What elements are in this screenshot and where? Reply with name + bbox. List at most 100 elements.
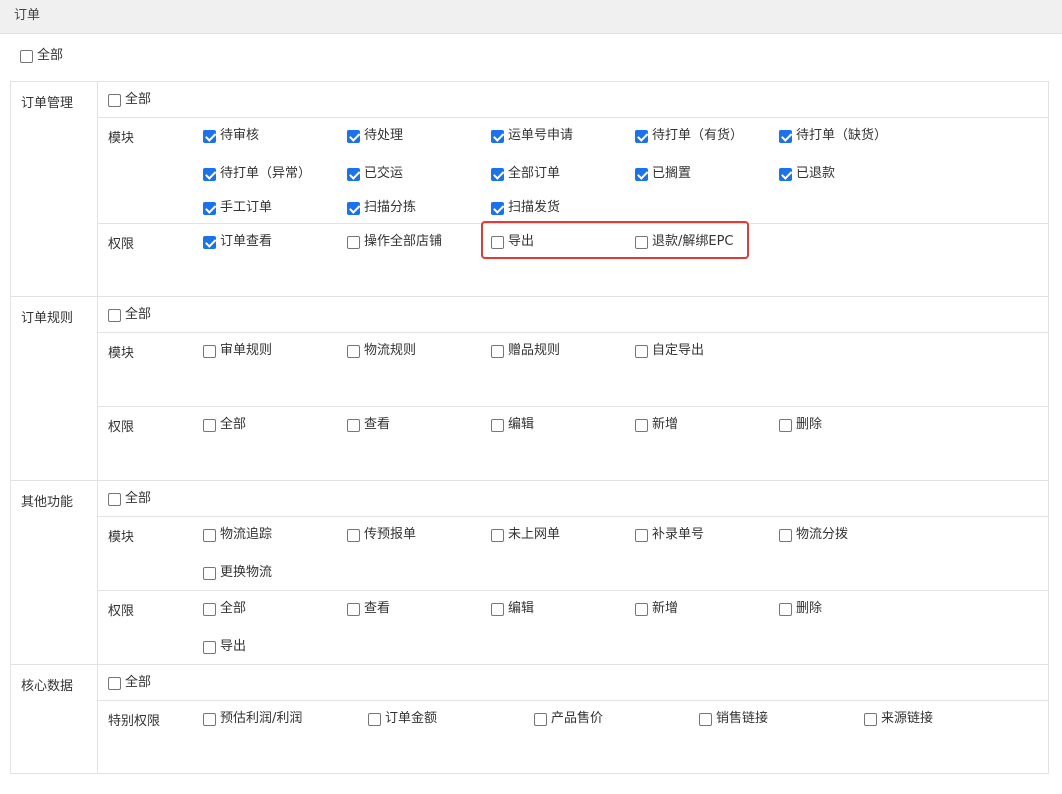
order-mgmt-all-checkbox[interactable]: 全部 (108, 91, 151, 109)
permission-checkbox[interactable]: 运单号申请 (491, 127, 573, 145)
permission-checkbox[interactable]: 新增 (635, 416, 678, 434)
permission-checkbox[interactable]: 物流分拨 (779, 526, 848, 544)
core-all-checkbox[interactable]: 全部 (108, 674, 151, 692)
checkbox-box[interactable] (347, 235, 360, 249)
order-rules-all-checkbox[interactable]: 全部 (108, 306, 151, 324)
permission-checkbox[interactable]: 手工订单 (203, 199, 272, 217)
checkbox-box[interactable] (347, 129, 360, 143)
permission-checkbox[interactable]: 已交运 (347, 165, 403, 183)
checkbox-box[interactable] (203, 418, 216, 432)
checkbox-box[interactable] (491, 201, 504, 215)
checkbox-box[interactable] (635, 344, 648, 358)
permission-checkbox[interactable]: 操作全部店铺 (347, 233, 442, 251)
checkbox-box[interactable] (779, 167, 792, 181)
checkbox-box[interactable] (491, 167, 504, 181)
permission-checkbox[interactable]: 扫描分拣 (347, 199, 416, 217)
checkbox-box[interactable] (635, 167, 648, 181)
permission-checkbox[interactable]: 产品售价 (534, 710, 603, 728)
checkbox-box[interactable] (635, 528, 648, 542)
checkbox-label: 产品售价 (551, 711, 604, 726)
checkbox-box[interactable] (203, 640, 216, 654)
permission-checkbox[interactable]: 删除 (779, 416, 822, 434)
checkbox-box[interactable] (779, 528, 792, 542)
checkbox-box[interactable] (491, 344, 504, 358)
checkbox-label: 全部 (125, 675, 152, 690)
checkbox-box[interactable] (203, 129, 216, 143)
section-all-row: 全部 (98, 665, 1048, 700)
permission-checkbox[interactable]: 传预报单 (347, 526, 416, 544)
permission-checkbox[interactable]: 全部订单 (491, 165, 560, 183)
permission-checkbox[interactable]: 新增 (635, 600, 678, 618)
checkbox-box[interactable] (347, 528, 360, 542)
checkbox-box[interactable] (203, 566, 216, 580)
checkbox-box[interactable] (491, 528, 504, 542)
permission-checkbox[interactable]: 预估利润/利润 (203, 710, 302, 728)
checkbox-box[interactable] (347, 418, 360, 432)
permission-checkbox[interactable]: 删除 (779, 600, 822, 618)
permission-checkbox[interactable]: 待打单（异常） (203, 165, 311, 183)
permission-checkbox[interactable]: 更换物流 (203, 564, 272, 582)
permission-checkbox[interactable]: 已退款 (779, 165, 835, 183)
checkbox-label: 来源链接 (881, 711, 934, 726)
checkbox-box[interactable] (203, 167, 216, 181)
checkbox-box[interactable] (864, 712, 877, 726)
checkbox-box[interactable] (203, 602, 216, 616)
checkbox-box[interactable] (491, 602, 504, 616)
checkbox-box[interactable] (108, 492, 121, 506)
checkbox-box[interactable] (347, 344, 360, 358)
checkbox-box[interactable] (347, 167, 360, 181)
permission-checkbox[interactable]: 待打单（缺货） (779, 127, 887, 145)
permission-checkbox[interactable]: 自定导出 (635, 342, 704, 360)
permission-checkbox[interactable]: 查看 (347, 416, 390, 434)
permission-checkbox[interactable]: 待打单（有货） (635, 127, 743, 145)
checkbox-box[interactable] (203, 712, 216, 726)
select-all-checkbox[interactable]: 全部 (20, 47, 63, 65)
checkbox-box[interactable] (779, 602, 792, 616)
checkbox-box[interactable] (203, 235, 216, 249)
checkbox-label: 待打单（有货） (652, 128, 744, 143)
checkbox-box[interactable] (635, 602, 648, 616)
permission-checkbox[interactable]: 销售链接 (699, 710, 768, 728)
other-all-checkbox[interactable]: 全部 (108, 490, 151, 508)
permission-checkbox[interactable]: 编辑 (491, 416, 534, 434)
checkbox-box[interactable] (635, 418, 648, 432)
section-other-functions: 其他功能 全部 模块 物流追踪 传预报单 未上网单 补录单号 物流分拨 更换物流 权限 全… (11, 481, 1048, 665)
checkbox-label: 物流追踪 (220, 527, 273, 542)
checkbox-box[interactable] (699, 712, 712, 726)
checkbox-box[interactable] (108, 308, 121, 322)
permission-checkbox[interactable]: 物流追踪 (203, 526, 272, 544)
checkbox-box[interactable] (203, 344, 216, 358)
permission-checkbox[interactable]: 待审核 (203, 127, 259, 145)
checkbox-box[interactable] (203, 528, 216, 542)
checkbox-box[interactable] (534, 712, 547, 726)
checkbox-box[interactable] (108, 93, 121, 107)
checkbox-box[interactable] (368, 712, 381, 726)
permission-checkbox[interactable]: 全部 (203, 600, 246, 618)
permission-checkbox[interactable]: 待处理 (347, 127, 403, 145)
checkbox-box[interactable] (779, 418, 792, 432)
permission-checkbox[interactable]: 导出 (203, 638, 246, 656)
permission-checkbox[interactable]: 未上网单 (491, 526, 560, 544)
checkbox-box[interactable] (347, 602, 360, 616)
permission-checkbox[interactable]: 订单查看 (203, 233, 272, 251)
permission-checkbox[interactable]: 全部 (203, 416, 246, 434)
checkbox-box[interactable] (203, 201, 216, 215)
checkbox-box[interactable] (20, 49, 33, 63)
checkbox-box[interactable] (779, 129, 792, 143)
permission-checkbox[interactable]: 编辑 (491, 600, 534, 618)
checkbox-box[interactable] (347, 201, 360, 215)
permission-checkbox[interactable]: 来源链接 (864, 710, 933, 728)
permission-checkbox[interactable]: 审单规则 (203, 342, 272, 360)
permission-row: 权限 全部 查看 编辑 新增 删除 (98, 406, 1048, 481)
checkbox-box[interactable] (491, 418, 504, 432)
permission-checkbox[interactable]: 扫描发货 (491, 199, 560, 217)
checkbox-box[interactable] (108, 676, 121, 690)
checkbox-box[interactable] (635, 129, 648, 143)
permission-checkbox[interactable]: 补录单号 (635, 526, 704, 544)
permission-checkbox[interactable]: 物流规则 (347, 342, 416, 360)
permission-checkbox[interactable]: 已搁置 (635, 165, 691, 183)
permission-checkbox[interactable]: 查看 (347, 600, 390, 618)
permission-checkbox[interactable]: 订单金额 (368, 710, 437, 728)
checkbox-box[interactable] (491, 129, 504, 143)
permission-checkbox[interactable]: 赠品规则 (491, 342, 560, 360)
